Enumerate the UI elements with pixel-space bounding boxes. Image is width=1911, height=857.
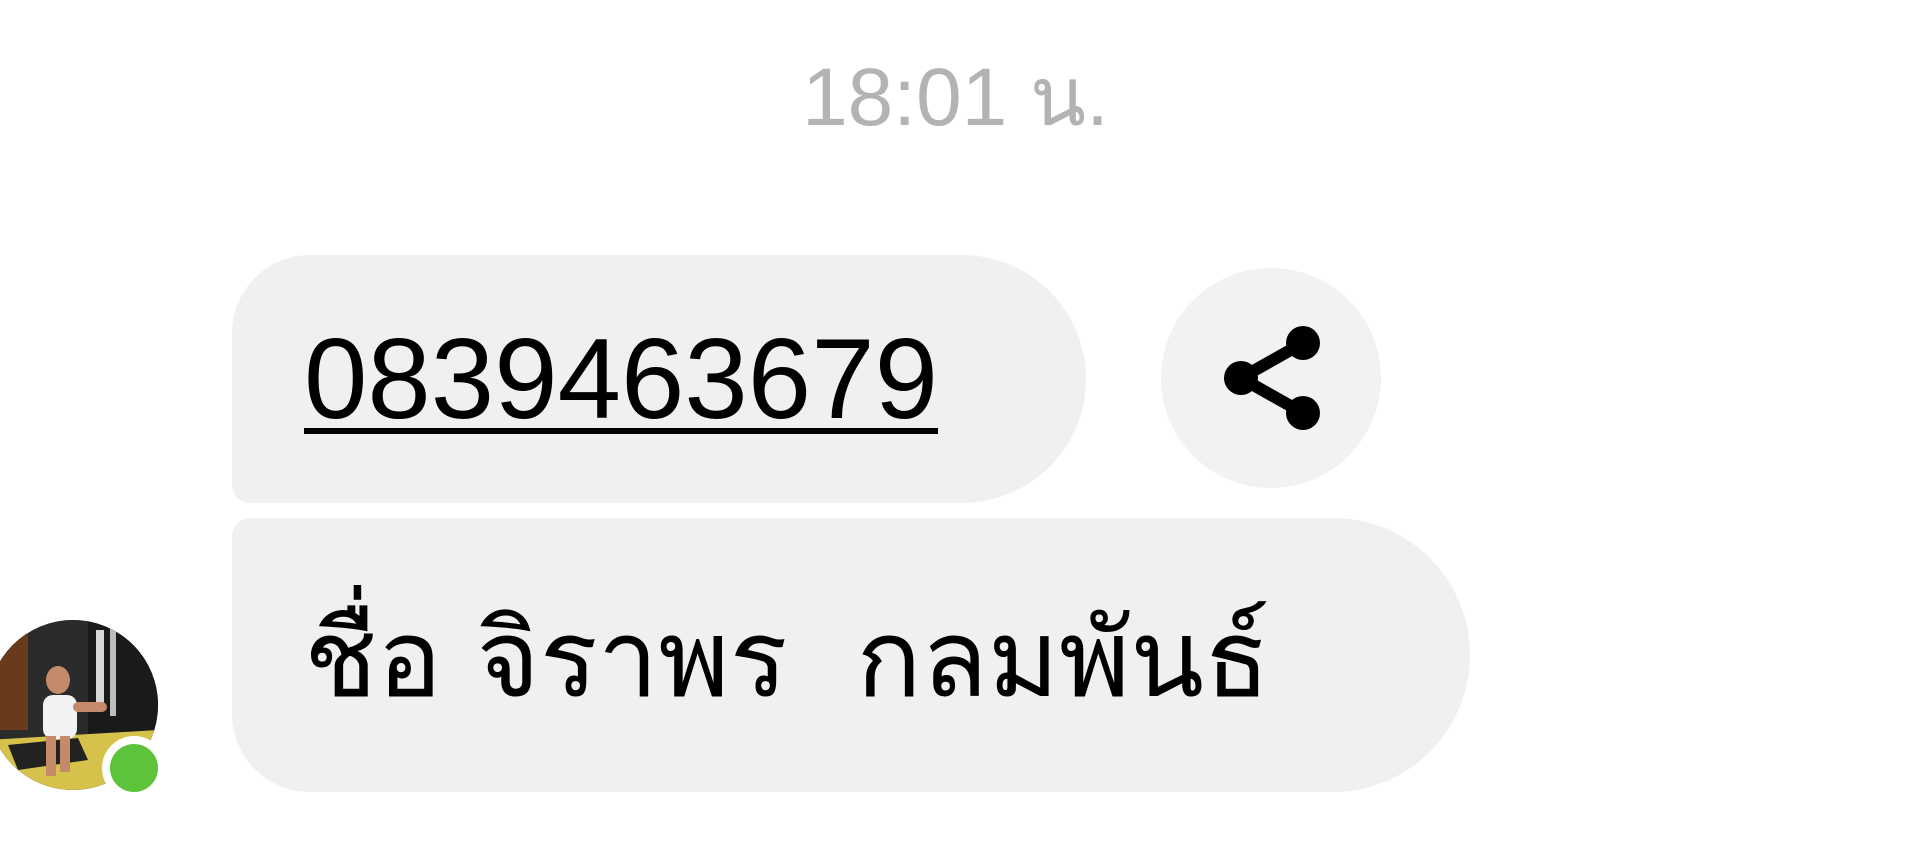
phone-number-link[interactable]: 0839463679 bbox=[304, 315, 938, 445]
message-bubble-phone[interactable]: 0839463679 bbox=[232, 255, 1086, 503]
message-bubble-name[interactable]: ชื่อ จิราพร กลมพันธ์ bbox=[232, 518, 1470, 792]
message-text: ชื่อ จิราพร กลมพันธ์ bbox=[304, 597, 1270, 722]
online-status-indicator bbox=[102, 736, 166, 800]
message-timestamp: 18:01 น. bbox=[802, 52, 1109, 143]
share-button[interactable] bbox=[1161, 268, 1381, 488]
share-icon bbox=[1224, 326, 1320, 430]
